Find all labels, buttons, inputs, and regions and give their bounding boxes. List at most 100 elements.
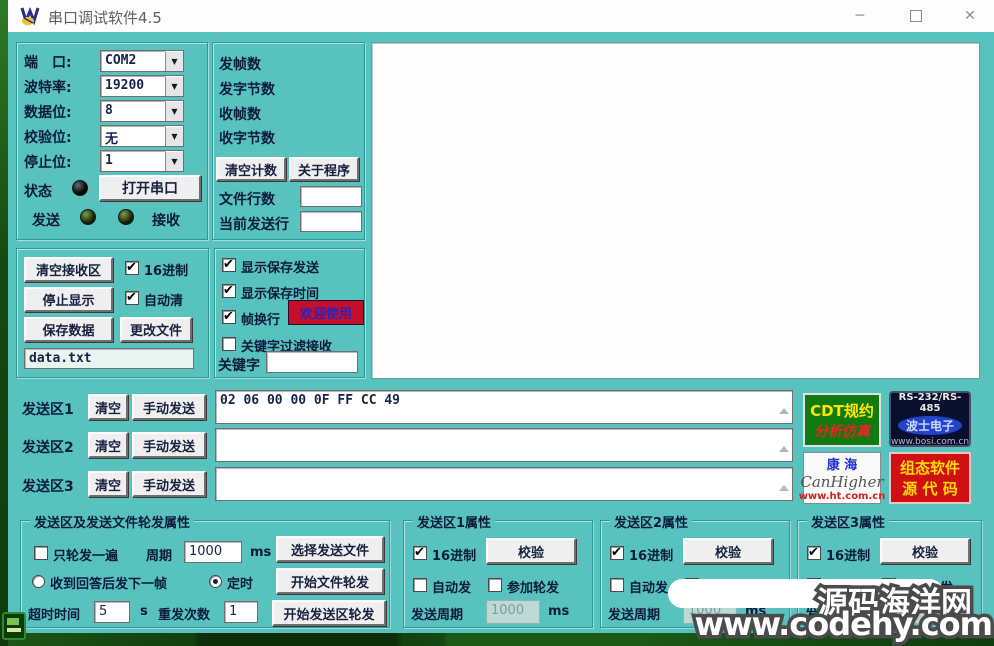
timed-radio[interactable] <box>209 575 222 588</box>
area1-period-label: 发送周期 <box>411 608 464 623</box>
chevron-down-icon[interactable]: ▼ <box>165 126 183 146</box>
file-lines-label: 文件行数 <box>219 192 275 208</box>
desktop-wallpaper-edge <box>0 0 8 646</box>
bosi-logo-line1: RS-232/RS-485 <box>898 391 962 414</box>
recv-led-label: 接收 <box>152 213 180 229</box>
current-line-label: 当前发送行 <box>219 217 289 233</box>
send-area2-scrollbar[interactable] <box>779 429 792 452</box>
period-field[interactable]: 1000 <box>184 541 242 563</box>
area1-verify-button[interactable]: 校验 <box>486 538 576 564</box>
chevron-down-icon[interactable]: ▼ <box>165 76 183 96</box>
change-file-button[interactable]: 更改文件 <box>120 317 192 342</box>
send-area1-text[interactable]: 02 06 00 00 0F FF CC 49 <box>215 390 793 424</box>
send-area2-label: 发送区2 <box>22 440 74 456</box>
area1-hex-checkbox[interactable] <box>413 545 427 560</box>
timed-label: 定时 <box>227 577 254 592</box>
bytes-recv-label: 收字节数 <box>219 131 275 147</box>
stopbits-value: 1 <box>105 153 113 168</box>
timeout-field[interactable]: 5 <box>94 601 130 623</box>
area1-joinpoll-checkbox[interactable] <box>488 578 502 592</box>
area1-auto-label: 自动发 <box>432 581 472 596</box>
area1-joinpoll-label: 参加轮发 <box>507 581 560 596</box>
receive-display[interactable] <box>371 42 980 379</box>
send-area2-clear-button[interactable]: 清空 <box>88 432 128 458</box>
chevron-down-icon[interactable]: ▼ <box>165 51 183 71</box>
show-save-send-checkbox[interactable] <box>222 257 236 272</box>
on-answer-radio[interactable] <box>32 575 45 588</box>
area2-auto-label: 自动发 <box>629 581 669 596</box>
clear-receive-button[interactable]: 清空接收区 <box>24 257 113 282</box>
show-save-send-label: 显示保存发送 <box>241 261 320 276</box>
stop-display-button[interactable]: 停止显示 <box>24 287 113 312</box>
autoclear-checkbox[interactable] <box>125 290 139 305</box>
send-area1-content: 02 06 00 00 0F FF CC 49 <box>220 393 401 408</box>
send-led <box>80 209 96 225</box>
scada-logo-line1: 组态软件 <box>899 459 960 477</box>
area2-auto-checkbox[interactable] <box>610 578 624 592</box>
about-button[interactable]: 关于程序 <box>289 157 359 181</box>
desktop-icon[interactable] <box>2 612 26 640</box>
send-area3-send-button[interactable]: 手动发送 <box>132 471 206 497</box>
databits-label: 数据位: <box>24 105 72 121</box>
port-value: COM2 <box>105 53 137 68</box>
cdt-logo[interactable]: CDT规约 分析仿真 <box>803 393 881 447</box>
save-data-button[interactable]: 保存数据 <box>24 317 113 342</box>
show-save-time-checkbox[interactable] <box>222 283 236 298</box>
send-area2-text[interactable] <box>215 428 793 462</box>
start-file-poll-button[interactable]: 开始文件轮发 <box>276 568 384 594</box>
close-button[interactable]: ✕ <box>947 0 993 32</box>
send-area3-scrollbar[interactable] <box>779 468 792 491</box>
area2-period-label: 发送周期 <box>608 608 661 623</box>
send-area1-label: 发送区1 <box>22 402 74 418</box>
keyword-field[interactable] <box>266 351 358 373</box>
retry-field[interactable]: 1 <box>224 601 258 623</box>
area2-properties-title: 发送区2属性 <box>610 512 693 531</box>
area3-verify-button[interactable]: 校验 <box>880 538 970 564</box>
chevron-down-icon[interactable]: ▼ <box>165 101 183 121</box>
area3-hex-checkbox[interactable] <box>807 545 821 560</box>
send-area3-text[interactable] <box>215 467 793 501</box>
port-select[interactable]: COM2 ▼ <box>100 50 184 72</box>
send-area2-send-button[interactable]: 手动发送 <box>132 432 206 458</box>
retry-label: 重发次数 <box>158 608 211 623</box>
baud-select[interactable]: 19200 ▼ <box>100 75 184 97</box>
send-area3-label: 发送区3 <box>22 479 74 495</box>
period-unit: ms <box>250 545 272 560</box>
maximize-button[interactable] <box>893 0 939 32</box>
keyword-filter-checkbox[interactable] <box>222 337 236 351</box>
area2-hex-label: 16进制 <box>629 549 674 564</box>
area1-auto-checkbox[interactable] <box>413 578 427 592</box>
open-port-button[interactable]: 打开串口 <box>99 175 201 201</box>
cdt-logo-line1: CDT规约 <box>810 401 874 420</box>
send-area3-clear-button[interactable]: 清空 <box>88 471 128 497</box>
scada-source-logo[interactable]: 组态软件 源 代 码 <box>889 452 971 504</box>
port-label: 端 口: <box>24 55 72 71</box>
timeout-label: 超时时间 <box>28 608 81 623</box>
select-send-file-button[interactable]: 选择发送文件 <box>276 536 384 562</box>
bosi-logo[interactable]: RS-232/RS-485 波士电子 www.bosi.com.cn <box>889 391 971 447</box>
stopbits-select[interactable]: 1 ▼ <box>100 150 184 172</box>
poll-once-label: 只轮发一遍 <box>53 549 119 564</box>
save-filename-field[interactable]: data.txt <box>24 348 194 369</box>
chevron-down-icon[interactable]: ▼ <box>165 151 183 171</box>
send-area1-send-button[interactable]: 手动发送 <box>132 394 206 420</box>
start-areas-poll-button[interactable]: 开始发送区轮发 <box>272 600 386 626</box>
area2-hex-checkbox[interactable] <box>610 545 624 560</box>
parity-label: 校验位: <box>24 130 72 146</box>
send-led-label: 发送 <box>32 213 60 229</box>
databits-value: 8 <box>105 103 113 118</box>
send-area1-clear-button[interactable]: 清空 <box>88 394 128 420</box>
frame-newline-checkbox[interactable] <box>222 309 236 324</box>
canhigher-logo[interactable]: 康 海 CanHigher www.ht.com.cn <box>799 452 885 504</box>
databits-select[interactable]: 8 ▼ <box>100 100 184 122</box>
poll-once-checkbox[interactable] <box>34 546 48 560</box>
app-icon <box>20 6 40 26</box>
current-line-field[interactable] <box>300 211 362 232</box>
clear-counters-button[interactable]: 清空计数 <box>216 157 286 181</box>
parity-select[interactable]: 无 ▼ <box>100 125 184 147</box>
file-lines-field[interactable] <box>300 186 362 207</box>
hex-receive-checkbox[interactable] <box>125 260 139 275</box>
send-area1-scrollbar[interactable] <box>779 391 792 414</box>
minimize-button[interactable]: ─ <box>837 0 883 32</box>
area2-verify-button[interactable]: 校验 <box>683 538 773 564</box>
